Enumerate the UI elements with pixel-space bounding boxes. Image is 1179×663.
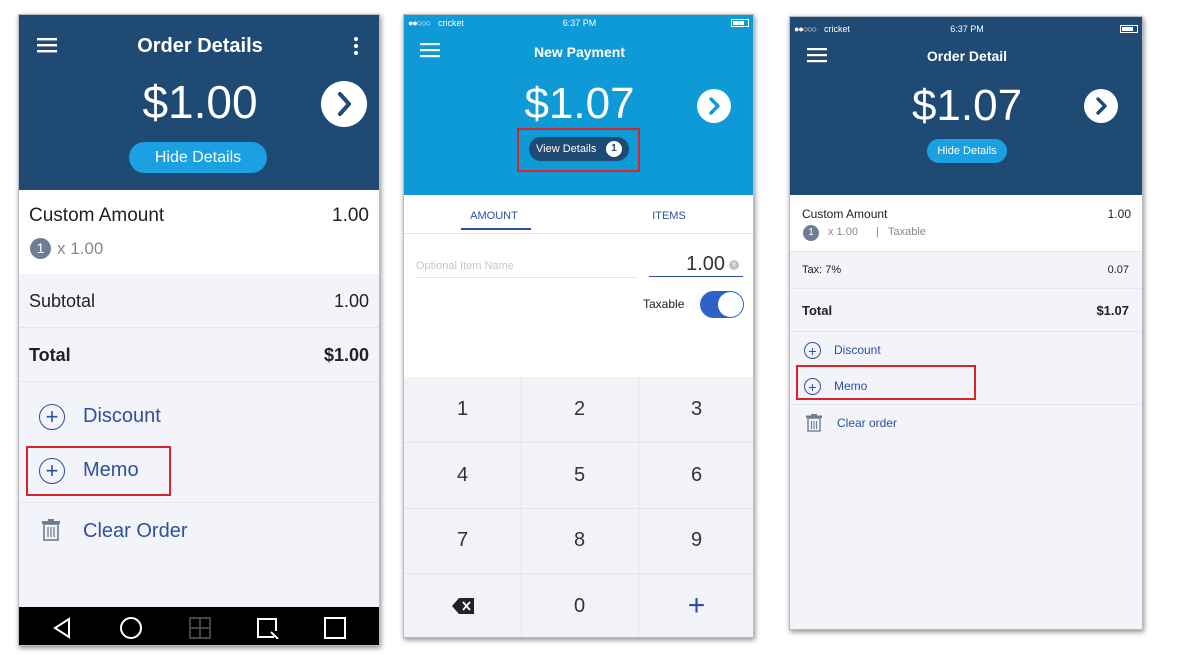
total-label: Total — [802, 303, 833, 318]
taxable-label: Taxable — [643, 297, 685, 311]
page-title: New Payment — [533, 44, 626, 60]
status-bar: ●●○○○ cricket 6:37 PM — [404, 18, 753, 32]
key-8[interactable]: 8 — [521, 508, 638, 573]
divider — [790, 288, 1142, 289]
discount-label: Discount — [83, 405, 161, 427]
ios-order-detail-screen: ●●○○○ cricket 6:37 PM Order Detail $1.07… — [789, 16, 1143, 630]
tax-label: Tax: 7% — [802, 264, 842, 276]
plus-circle-icon: + — [39, 404, 65, 430]
hide-details-button[interactable]: Hide Details — [129, 142, 267, 173]
status-bar: ●●○○○ cricket 6:37 PM — [790, 24, 1142, 38]
battery-icon — [731, 19, 749, 27]
quantity-badge: 1 — [30, 238, 51, 259]
clear-order-label: Clear order — [837, 416, 898, 430]
key-3[interactable]: 3 — [638, 377, 753, 442]
total-value: $1.00 — [323, 345, 369, 365]
chevron-right-icon — [1096, 97, 1107, 115]
total-label: Total — [29, 345, 71, 365]
home-icon[interactable] — [119, 616, 143, 645]
page-title: Order Details — [137, 35, 263, 57]
next-button[interactable] — [697, 89, 731, 123]
key-6[interactable]: 6 — [638, 442, 753, 508]
page-title: Order Detail — [926, 48, 1008, 64]
header: ●●○○○ cricket 6:37 PM Order Detail $1.07… — [790, 17, 1142, 195]
tab-bar: AMOUNT ITEMS — [404, 195, 753, 233]
tax-value: 0.07 — [1107, 264, 1129, 276]
key-9[interactable]: 9 — [638, 508, 753, 573]
taxable-toggle[interactable] — [700, 291, 744, 318]
key-2[interactable]: 2 — [521, 377, 638, 442]
divider — [404, 233, 753, 234]
quantity-price: x 1.00 — [57, 239, 104, 258]
divider — [19, 327, 379, 328]
chevron-right-icon — [709, 97, 720, 115]
more-options-icon[interactable] — [353, 36, 359, 56]
line-item[interactable]: Custom Amount 1.00 1 x 1.00 — [19, 190, 379, 274]
add-item-key[interactable]: + — [638, 573, 753, 637]
item-name-field[interactable]: Optional Item Name — [416, 260, 638, 278]
clock: 6:37 PM — [950, 24, 984, 34]
amount-value: 1.00 — [686, 253, 725, 275]
clear-field-icon[interactable]: × — [729, 260, 739, 270]
view-details-highlight-box — [517, 128, 640, 172]
key-0[interactable]: 0 — [521, 573, 638, 637]
key-5[interactable]: 5 — [521, 442, 638, 508]
clock: 6:37 PM — [562, 18, 597, 28]
hide-details-button[interactable]: Hide Details — [927, 139, 1007, 163]
header: Order Details $1.00 Hide Details — [19, 15, 379, 190]
divider — [19, 381, 379, 382]
clear-order-label: Clear Order — [83, 520, 188, 542]
memo-highlight-box — [796, 365, 976, 400]
screenshot-icon[interactable] — [256, 617, 280, 644]
ios-new-payment-screen: ●●○○○ cricket 6:37 PM New Payment $1.07 … — [403, 14, 754, 638]
taxable-note: Taxable — [888, 226, 926, 238]
backspace-icon — [451, 598, 474, 614]
android-order-details-screen: Order Details $1.00 Hide Details Custom … — [18, 14, 380, 646]
trash-icon — [41, 519, 61, 546]
item-value: 1.00 — [1107, 207, 1131, 221]
subtotal-value: 1.00 — [333, 291, 369, 311]
amount-field[interactable]: 1.00 × — [649, 251, 743, 277]
key-1[interactable]: 1 — [404, 377, 521, 442]
quantity-badge: 1 — [803, 225, 819, 241]
quantity-separator: | — [876, 226, 879, 238]
plus-circle-icon: + — [804, 342, 821, 359]
summary-area: Subtotal 1.00 Total $1.00 + Discount + M… — [19, 274, 379, 607]
divider — [790, 251, 1142, 252]
divider — [790, 404, 1142, 405]
back-icon[interactable] — [52, 617, 72, 644]
key-4[interactable]: 4 — [404, 442, 521, 508]
backspace-key[interactable] — [404, 573, 521, 637]
item-name: Custom Amount — [802, 207, 888, 221]
tab-amount[interactable]: AMOUNT — [459, 210, 529, 222]
android-nav-bar — [19, 607, 379, 645]
next-button[interactable] — [1084, 89, 1118, 123]
header: ●●○○○ cricket 6:37 PM New Payment $1.07 … — [404, 15, 753, 195]
total-value: $1.07 — [1096, 303, 1129, 318]
tab-amount-underline — [461, 228, 531, 230]
item-name: Custom Amount — [29, 205, 165, 226]
item-value: 1.00 — [332, 205, 369, 226]
discount-label: Discount — [834, 343, 881, 357]
recents-icon[interactable] — [324, 617, 346, 644]
key-7[interactable]: 7 — [404, 508, 521, 573]
memo-highlight-box — [26, 446, 171, 496]
toggle-knob — [718, 292, 743, 317]
subtotal-label: Subtotal — [29, 291, 96, 311]
line-item[interactable]: Custom Amount 1.00 1 x 1.00 | Taxable — [790, 195, 1142, 251]
chevron-right-icon — [338, 92, 351, 116]
grid-icon[interactable] — [189, 617, 211, 644]
tab-items[interactable]: ITEMS — [634, 210, 704, 222]
trash-icon — [806, 414, 822, 437]
next-button[interactable] — [321, 81, 367, 127]
keypad: 1 2 3 4 5 6 7 8 9 0 + — [404, 377, 753, 637]
divider — [790, 331, 1142, 332]
divider — [19, 502, 379, 503]
quantity-price: x 1.00 — [828, 226, 858, 238]
battery-icon — [1120, 25, 1138, 33]
